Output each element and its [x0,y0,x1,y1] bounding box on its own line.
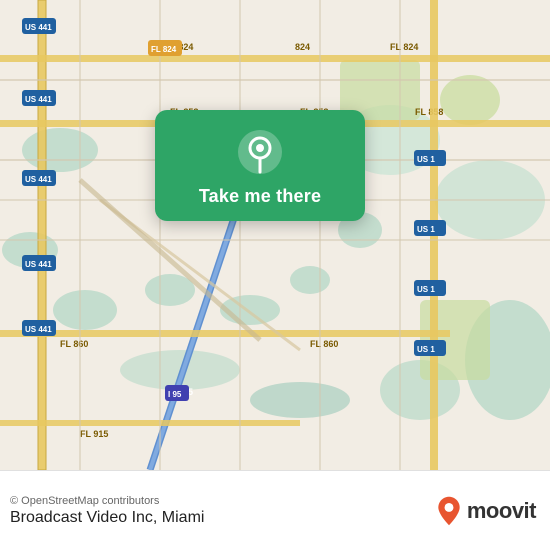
location-pin-icon [236,128,284,176]
map-background: FL 860 FL 824 824 FL 824 FL 858 FL 858 F… [0,0,550,470]
moovit-pin-icon [435,495,463,527]
bottom-bar: © OpenStreetMap contributors Broadcast V… [0,470,550,550]
moovit-logo: moovit [435,495,536,527]
svg-text:FL 858: FL 858 [415,107,443,117]
svg-text:US 441: US 441 [25,23,52,32]
take-me-there-label: Take me there [199,186,321,207]
svg-text:FL 860: FL 860 [60,339,88,349]
bottom-left: © OpenStreetMap contributors Broadcast V… [10,495,204,527]
location-label: Broadcast Video Inc, Miami [10,509,204,527]
svg-text:US 1: US 1 [417,285,435,294]
svg-text:US 1: US 1 [417,225,435,234]
svg-text:US 441: US 441 [25,260,52,269]
svg-text:US 441: US 441 [25,95,52,104]
svg-text:US 441: US 441 [25,325,52,334]
moovit-text: moovit [467,498,536,524]
take-me-there-card[interactable]: Take me there [155,110,365,221]
svg-text:FL 824: FL 824 [151,45,177,54]
map-container: FL 860 FL 824 824 FL 824 FL 858 FL 858 F… [0,0,550,470]
svg-text:US 1: US 1 [417,155,435,164]
svg-text:824: 824 [295,42,310,52]
svg-text:US 1: US 1 [417,345,435,354]
svg-text:FL 860: FL 860 [310,339,338,349]
attribution-text: © OpenStreetMap contributors [10,495,204,507]
svg-text:US 441: US 441 [25,175,52,184]
svg-text:FL 915: FL 915 [80,429,108,439]
svg-text:FL 824: FL 824 [390,42,418,52]
svg-text:I 95: I 95 [168,390,182,399]
